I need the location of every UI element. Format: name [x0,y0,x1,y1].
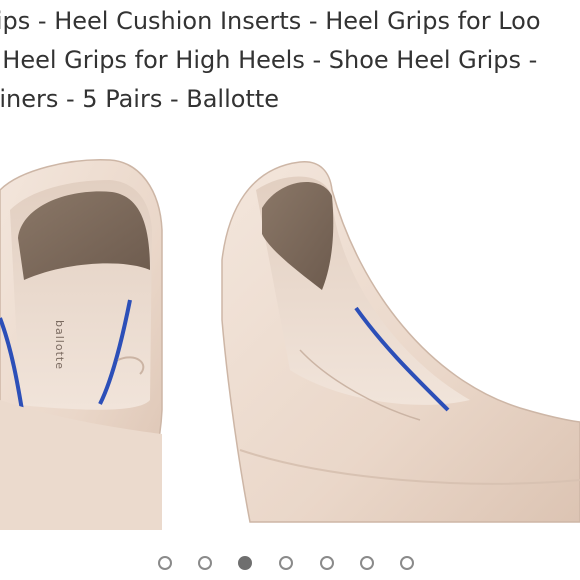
carousel-dot-4[interactable] [279,556,293,570]
product-title: rips - Heel Cushion Inserts - Heel Grips… [0,2,580,119]
carousel-dot-3[interactable] [238,556,252,570]
product-image[interactable]: ballotte [0,150,580,535]
carousel-dot-5[interactable] [320,556,334,570]
carousel-dot-1[interactable] [158,556,172,570]
left-shoe: ballotte [0,159,163,530]
product-page: rips - Heel Cushion Inserts - Heel Grips… [0,0,580,580]
product-title-line-3: Liners - 5 Pairs - Ballotte [0,85,280,113]
insole-brand-text: ballotte [53,320,66,370]
product-title-line-1: rips - Heel Cushion Inserts - Heel Grips… [0,7,541,35]
carousel-dot-7[interactable] [400,556,414,570]
product-title-line-2: - Heel Grips for High Heels - Shoe Heel … [0,46,538,74]
product-image-gallery[interactable]: ballotte [0,150,580,535]
right-shoe [221,161,580,523]
image-carousel-dots [0,556,580,578]
carousel-dot-6[interactable] [360,556,374,570]
carousel-dot-2[interactable] [198,556,212,570]
